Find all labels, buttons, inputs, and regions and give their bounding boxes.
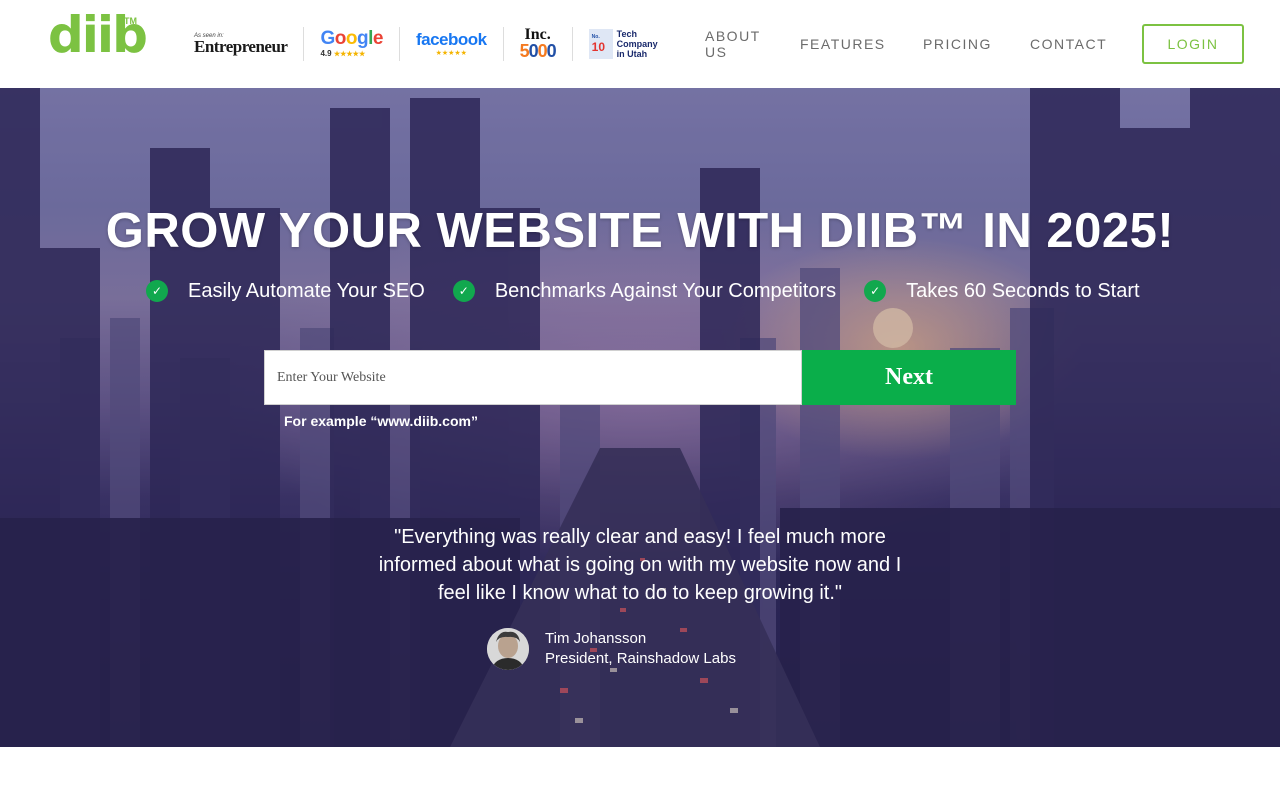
google-logo: Google [320, 27, 383, 49]
tech-company-badge: No. 10 Tech Company in Utah [571, 27, 674, 61]
tech-line-3: in Utah [616, 49, 648, 59]
inc5000-badge: Inc. 5000 [502, 26, 572, 61]
example-hint: For example “www.diib.com” [284, 413, 478, 429]
author-name: Tim Johansson [545, 630, 647, 647]
nav-features[interactable]: FEATURES [800, 36, 886, 52]
tech-rank-number: 10 [591, 40, 606, 54]
site-header: diib TM As seen in: Entrepreneur Google … [0, 0, 1280, 88]
nav-about-us[interactable]: ABOUT US [705, 28, 769, 60]
author-details: Tim Johansson President, Rainshadow Labs [545, 629, 736, 669]
inc-5000: 5000 [519, 41, 557, 61]
tech-badge-text: Tech Company in Utah [617, 29, 658, 59]
google-badge: Google 4.9 ★★★★★ [303, 27, 398, 61]
testimonial-quote: "Everything was really clear and easy! I… [378, 526, 902, 604]
author-role: President, Rainshadow Labs [545, 650, 736, 667]
inc-logo: Inc. [524, 26, 551, 43]
check-icon: ✓ [864, 280, 887, 302]
logo-trademark: TM [124, 16, 137, 26]
star-icon: ★★★★★ [435, 49, 467, 57]
tech-line-2: Company [616, 39, 658, 49]
feature-text: Benchmarks Against Your Competitors [494, 280, 837, 302]
feature-text: Easily Automate Your SEO [188, 280, 425, 302]
check-icon: ✓ [146, 280, 168, 302]
hero-section: GROW YOUR WEBSITE WITH DIIB™ IN 2025! ✓ … [0, 88, 1280, 747]
website-input[interactable] [264, 350, 802, 405]
entrepreneur-logo: Entrepreneur [194, 37, 288, 56]
nav-pricing[interactable]: PRICING [923, 36, 992, 52]
tech-line-1: Tech [616, 29, 637, 39]
google-rating: 4.9 ★★★★★ [320, 49, 382, 60]
hero-title: GROW YOUR WEBSITE WITH DIIB™ IN 2025! [105, 204, 1175, 258]
next-button[interactable]: Next [802, 350, 1016, 405]
testimonial-author: Tim Johansson President, Rainshadow Labs [487, 628, 736, 670]
facebook-badge: facebook ★★★★★ [398, 27, 503, 61]
feature-text: Takes 60 Seconds to Start [906, 280, 1140, 302]
google-rating-value: 4.9 [320, 48, 332, 58]
login-button[interactable]: LOGIN [1142, 24, 1244, 64]
press-badges: As seen in: Entrepreneur Google 4.9 ★★★★… [186, 24, 674, 64]
avatar-portrait [487, 628, 529, 670]
feature-list: ✓ Easily Automate Your SEO ✓ Benchmarks … [146, 278, 1168, 304]
feature-item: ✓ Benchmarks Against Your Competitors [452, 279, 837, 303]
avatar [487, 628, 529, 670]
star-icon: ★★★★★ [333, 50, 366, 58]
check-icon: ✓ [452, 280, 475, 302]
nav-contact[interactable]: CONTACT [1030, 36, 1107, 52]
facebook-logo: facebook [415, 29, 487, 49]
diib-logo[interactable]: diib TM [48, 10, 148, 70]
feature-item: ✓ Easily Automate Your SEO [146, 279, 425, 303]
entrepreneur-badge: As seen in: Entrepreneur [186, 27, 303, 61]
website-form: Next [264, 350, 1016, 405]
feature-item: ✓ Takes 60 Seconds to Start [864, 279, 1140, 303]
tech-rank-box: No. 10 [588, 29, 613, 59]
